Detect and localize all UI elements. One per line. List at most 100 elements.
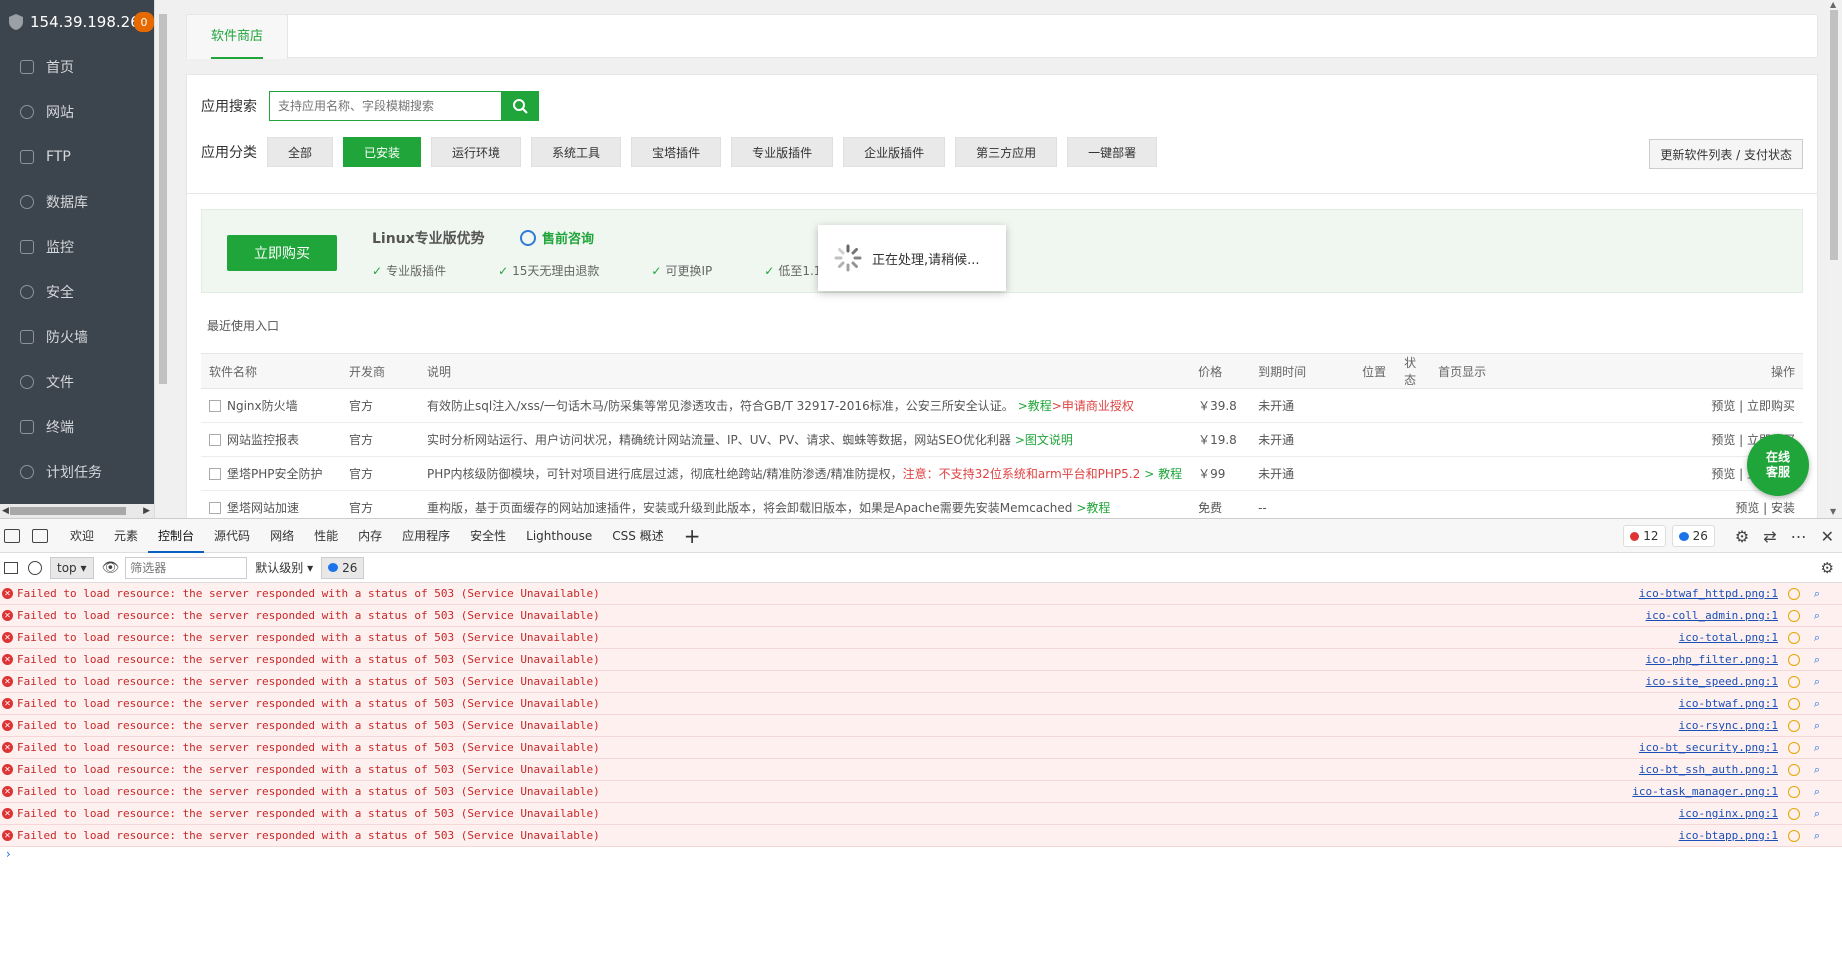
tutorial-link[interactable]: >教程: [1018, 399, 1052, 413]
devtools-tab[interactable]: 网络: [260, 519, 304, 553]
software-name-cell[interactable]: 堡塔网站加速: [201, 490, 341, 518]
error-source-link[interactable]: ico-btwaf_httpd.png:1: [1639, 587, 1778, 600]
search-icon[interactable]: ⌕: [1814, 741, 1820, 755]
device-emulation-icon[interactable]: [32, 528, 48, 543]
search-icon[interactable]: ⌕: [1814, 697, 1820, 711]
presale-consult-link[interactable]: 售前咨询: [520, 228, 594, 247]
sidebar-item-6[interactable]: 防火墙: [0, 314, 154, 359]
close-icon[interactable]: ✕: [1821, 527, 1834, 546]
error-source-link[interactable]: ico-nginx.png:1: [1679, 807, 1778, 820]
tutorial-link[interactable]: >教程: [1076, 501, 1110, 515]
scroll-left-icon[interactable]: ◀: [2, 506, 9, 516]
search-icon[interactable]: ⌕: [1814, 587, 1820, 601]
software-name-cell[interactable]: 网站监控报表: [201, 422, 341, 457]
sidebar-toggle-icon[interactable]: [4, 561, 18, 574]
devtools-tab[interactable]: 元素: [104, 519, 148, 553]
category-button[interactable]: 一键部署: [1067, 137, 1158, 167]
devtools-tab[interactable]: 源代码: [204, 519, 260, 553]
sidebar-item-2[interactable]: FTP: [0, 134, 154, 179]
ai-explain-icon[interactable]: [1788, 609, 1800, 622]
category-button[interactable]: 专业版插件: [731, 137, 834, 167]
sidebar-item-8[interactable]: 终端: [0, 404, 154, 449]
live-expression-icon[interactable]: 👁: [102, 560, 120, 576]
category-button[interactable]: 第三方应用: [955, 137, 1058, 167]
error-source-link[interactable]: ico-bt_ssh_auth.png:1: [1639, 763, 1778, 776]
server-host[interactable]: 154.39.198.26 0: [0, 0, 154, 44]
category-button[interactable]: 运行环境: [431, 137, 522, 167]
error-source-link[interactable]: ico-btwaf.png:1: [1679, 697, 1778, 710]
category-button[interactable]: 全部: [267, 137, 334, 167]
error-source-link[interactable]: ico-bt_security.png:1: [1639, 741, 1778, 754]
scroll-right-icon[interactable]: ▶: [143, 506, 150, 516]
ai-explain-icon[interactable]: [1788, 807, 1800, 820]
search-icon[interactable]: ⌕: [1814, 609, 1820, 623]
devtools-tab[interactable]: Lighthouse: [516, 519, 602, 553]
error-source-link[interactable]: ico-rsync.png:1: [1679, 719, 1778, 732]
sidebar-item-9[interactable]: 计划任务: [0, 449, 154, 494]
ai-explain-icon[interactable]: [1788, 631, 1800, 644]
scrollbar-thumb[interactable]: [10, 507, 126, 515]
notification-badge[interactable]: 0: [134, 12, 154, 32]
page-vertical-scrollbar[interactable]: ▲ ▼: [1826, 0, 1842, 518]
error-source-link[interactable]: ico-task_manager.png:1: [1632, 785, 1778, 798]
issues-count-badge[interactable]: 26: [321, 556, 365, 579]
error-source-link[interactable]: ico-btapp.png:1: [1679, 829, 1778, 842]
console-settings-icon[interactable]: ⚙: [1821, 559, 1834, 577]
console-filter-input[interactable]: [125, 556, 248, 579]
operations-cell[interactable]: 预览 | 立即购买: [1550, 388, 1803, 423]
category-button[interactable]: 宝塔插件: [631, 137, 722, 167]
sidebar-horizontal-scrollbar[interactable]: ◀ ▶: [0, 504, 154, 518]
inspect-element-icon[interactable]: [4, 528, 20, 543]
update-software-list-button[interactable]: 更新软件列表 / 支付状态: [1649, 139, 1803, 169]
sidebar-item-0[interactable]: 首页: [0, 44, 154, 89]
software-name-cell[interactable]: Nginx防火墙: [201, 388, 341, 423]
dock-icon[interactable]: ⇄: [1763, 527, 1776, 546]
more-options-icon[interactable]: ⋯: [1791, 527, 1807, 546]
error-source-link[interactable]: ico-total.png:1: [1679, 631, 1778, 644]
category-button[interactable]: 系统工具: [531, 137, 622, 167]
sidebar-item-5[interactable]: 安全: [0, 269, 154, 314]
search-icon[interactable]: ⌕: [1814, 763, 1820, 777]
scroll-up-icon[interactable]: ▲: [1830, 0, 1836, 9]
tutorial-link[interactable]: >图文说明: [1015, 433, 1073, 447]
scrollbar-thumb[interactable]: [159, 14, 167, 384]
ai-explain-icon[interactable]: [1788, 763, 1800, 776]
devtools-tab[interactable]: 性能: [304, 519, 348, 553]
sidebar-item-1[interactable]: 网站: [0, 89, 154, 134]
category-button[interactable]: 已安装: [343, 137, 422, 167]
sidebar-item-4[interactable]: 监控: [0, 224, 154, 269]
search-button[interactable]: [501, 91, 539, 121]
devtools-tab[interactable]: 欢迎: [60, 519, 104, 553]
ai-explain-icon[interactable]: [1788, 719, 1800, 732]
ai-explain-icon[interactable]: [1788, 675, 1800, 688]
error-source-link[interactable]: ico-php_filter.png:1: [1646, 653, 1778, 666]
search-icon[interactable]: ⌕: [1814, 675, 1820, 689]
sidebar-vertical-scrollbar[interactable]: [154, 0, 170, 518]
more-tools-icon[interactable]: +: [684, 524, 701, 548]
console-prompt[interactable]: ›: [0, 847, 1842, 867]
devtools-tab[interactable]: 内存: [348, 519, 392, 553]
ai-explain-icon[interactable]: [1788, 741, 1800, 754]
search-icon[interactable]: ⌕: [1814, 719, 1820, 733]
search-icon[interactable]: ⌕: [1814, 807, 1820, 821]
ai-explain-icon[interactable]: [1788, 785, 1800, 798]
scroll-down-icon[interactable]: ▼: [1830, 507, 1836, 516]
tab-software-store[interactable]: 软件商店: [187, 15, 289, 59]
operations-cell[interactable]: 预览 | 安装: [1550, 490, 1803, 518]
online-support-button[interactable]: 在线 客服: [1747, 434, 1809, 496]
search-icon[interactable]: ⌕: [1814, 631, 1820, 645]
context-selector[interactable]: top ▾: [50, 556, 94, 579]
error-count-badge[interactable]: 12: [1623, 525, 1666, 547]
ai-explain-icon[interactable]: [1788, 653, 1800, 666]
ai-explain-icon[interactable]: [1788, 587, 1800, 600]
settings-icon[interactable]: ⚙: [1735, 527, 1749, 546]
software-name-cell[interactable]: 堡塔PHP安全防护: [201, 456, 341, 491]
devtools-tab[interactable]: 安全性: [460, 519, 516, 553]
sidebar-item-7[interactable]: 文件: [0, 359, 154, 404]
license-link[interactable]: >申请商业授权: [1052, 399, 1134, 413]
error-source-link[interactable]: ico-coll_admin.png:1: [1646, 609, 1778, 622]
sidebar-item-3[interactable]: 数据库: [0, 179, 154, 224]
category-button[interactable]: 企业版插件: [843, 137, 946, 167]
search-input[interactable]: [269, 91, 501, 121]
devtools-tab[interactable]: CSS 概述: [602, 519, 673, 553]
